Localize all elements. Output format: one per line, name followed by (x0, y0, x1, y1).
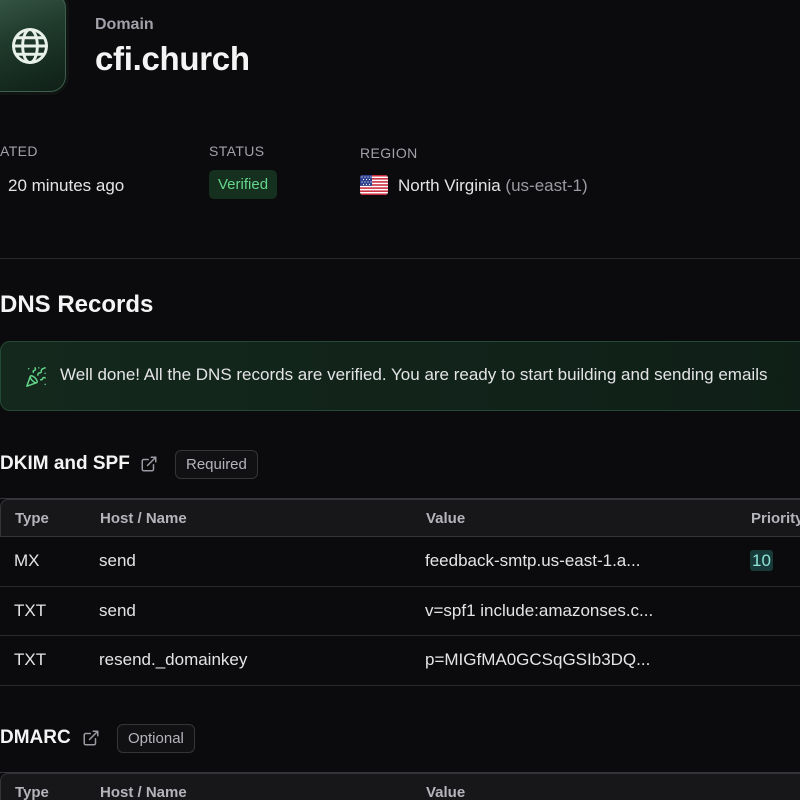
record-type: TXT (14, 600, 47, 620)
priority-badge: 10 (750, 550, 773, 571)
region-value: North Virginia (us-east-1) (398, 176, 588, 196)
dkim-spf-title: DKIM and SPF (0, 453, 130, 474)
external-link-icon[interactable] (140, 455, 158, 473)
domain-detail-page: Domain cfi.church ATED 20 minutes ago ST… (0, 0, 800, 800)
table-row: TXT resend._domainkey p=MIGfMA0GCSqGSIb3… (0, 636, 800, 686)
column-header-value: Value (426, 784, 466, 800)
record-value[interactable]: v=spf1 include:amazonses.c... (425, 601, 653, 621)
column-header-type: Type (15, 510, 49, 527)
created-label: ATED (0, 143, 38, 159)
dns-records-title: DNS Records (0, 291, 154, 318)
column-header-value: Value (426, 510, 466, 527)
record-type: TXT (14, 650, 47, 669)
page-eyebrow: Domain (95, 16, 154, 33)
dmarc-table: Type Host / Name Value (0, 772, 800, 800)
record-value[interactable]: p=MIGfMA0GCSqGSIb3DQ... (425, 650, 650, 670)
column-header-host: Host / Name (100, 510, 187, 527)
region-label: REGION (360, 145, 418, 161)
alert-message: Well done! All the DNS records are verif… (60, 365, 768, 384)
column-header-type: Type (15, 784, 49, 800)
dkim-spf-table: Type Host / Name Value Priority MX send … (0, 498, 800, 686)
optional-badge: Optional (117, 724, 195, 753)
table-row: TXT send v=spf1 include:amazonses.c... (0, 587, 800, 636)
party-popper-icon (26, 367, 46, 387)
column-header-host: Host / Name (100, 784, 187, 800)
region-code: (us-east-1) (505, 176, 588, 195)
created-value: 20 minutes ago (8, 176, 125, 195)
us-flag-icon (360, 175, 388, 195)
record-host[interactable]: send (99, 551, 136, 571)
table-header: Type Host / Name Value (0, 773, 800, 800)
record-priority: 10 (750, 550, 773, 571)
globe-icon (12, 28, 48, 64)
external-link-icon[interactable] (82, 729, 100, 747)
record-type: MX (14, 551, 40, 570)
record-value[interactable]: feedback-smtp.us-east-1.a... (425, 551, 640, 571)
record-host[interactable]: send (99, 601, 136, 621)
domain-avatar (0, 0, 66, 92)
column-header-priority: Priority (751, 510, 800, 527)
table-row: MX send feedback-smtp.us-east-1.a... 10 (0, 537, 800, 587)
success-alert: Well done! All the DNS records are verif… (0, 341, 800, 411)
required-badge: Required (175, 450, 258, 479)
dmarc-title: DMARC (0, 727, 71, 748)
table-header: Type Host / Name Value Priority (0, 499, 800, 537)
region-name: North Virginia (398, 176, 501, 195)
record-host[interactable]: resend._domainkey (99, 650, 247, 670)
status-badge: Verified (209, 170, 278, 199)
status-label: STATUS (209, 143, 265, 159)
page-title: cfi.church (95, 40, 250, 77)
section-divider (0, 258, 800, 259)
